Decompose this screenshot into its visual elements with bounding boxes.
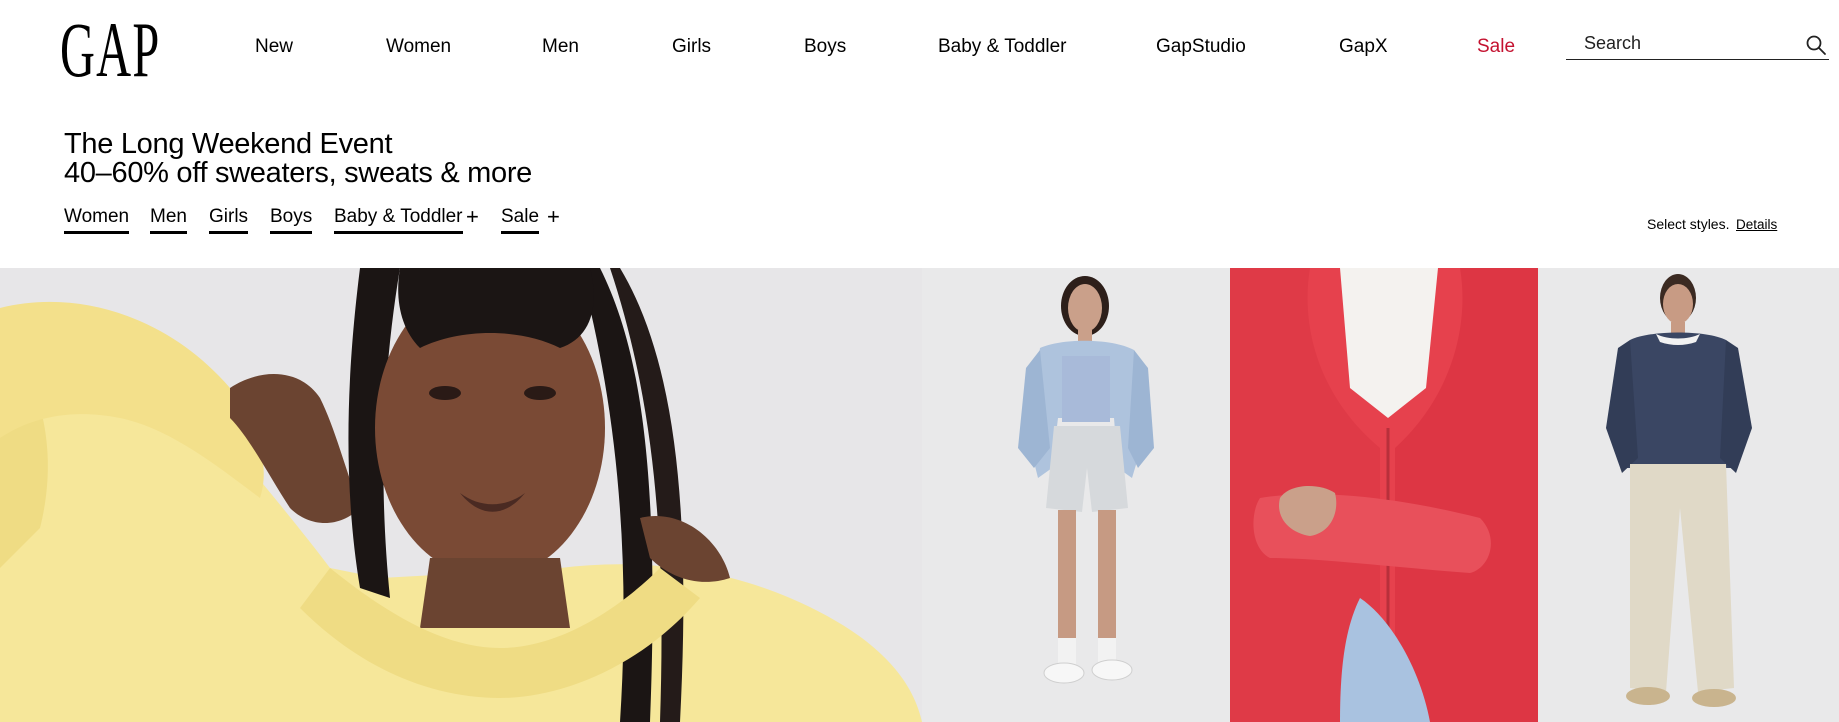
- promo-subtitle: 40–60% off sweaters, sweats & more: [64, 157, 533, 189]
- nav-women[interactable]: Women: [386, 36, 451, 58]
- gap-logo[interactable]: GAP: [60, 11, 159, 89]
- details-link[interactable]: Details: [1736, 217, 1777, 232]
- nav-girls[interactable]: Girls: [672, 36, 711, 58]
- promo-title: The Long Weekend Event: [64, 128, 393, 160]
- expand-baby-toddler-icon[interactable]: +: [466, 204, 479, 230]
- expand-sale-icon[interactable]: +: [547, 204, 560, 230]
- model-yellow-hoodie-photo[interactable]: [0, 268, 922, 722]
- promo-disclaimer: Select styles.: [1647, 216, 1730, 232]
- nav-men[interactable]: Men: [542, 36, 579, 58]
- nav-baby-toddler[interactable]: Baby & Toddler: [938, 36, 1067, 58]
- nav-gapx[interactable]: GapX: [1339, 36, 1388, 58]
- promo-link-girls[interactable]: Girls: [209, 206, 249, 234]
- nav-boys[interactable]: Boys: [804, 36, 846, 58]
- promo-banner: The Long Weekend Event 40–60% off sweate…: [64, 130, 532, 188]
- nav-sale[interactable]: Sale: [1477, 36, 1515, 58]
- model-red-zip-hoodie-photo[interactable]: [1230, 268, 1538, 722]
- promo-link-boys[interactable]: Boys: [270, 206, 313, 234]
- promo-link-baby-toddler[interactable]: Baby & Toddler: [334, 206, 463, 234]
- nav-gapstudio[interactable]: GapStudio: [1156, 36, 1246, 58]
- nav-new[interactable]: New: [255, 36, 293, 58]
- model-denim-jacket-shorts-photo[interactable]: [922, 268, 1230, 722]
- search-box: [1566, 28, 1829, 60]
- promo-link-women[interactable]: Women: [64, 206, 130, 234]
- site-header: GAP New Women Men Girls Boys Baby & Todd…: [0, 0, 1839, 100]
- model-navy-sweatshirt-photo[interactable]: [1538, 268, 1839, 722]
- promo-link-men[interactable]: Men: [150, 206, 187, 234]
- hero-image-grid: [0, 268, 1839, 722]
- promo-link-sale[interactable]: Sale: [501, 206, 540, 234]
- search-input[interactable]: [1584, 30, 1784, 56]
- search-icon[interactable]: [1805, 34, 1827, 56]
